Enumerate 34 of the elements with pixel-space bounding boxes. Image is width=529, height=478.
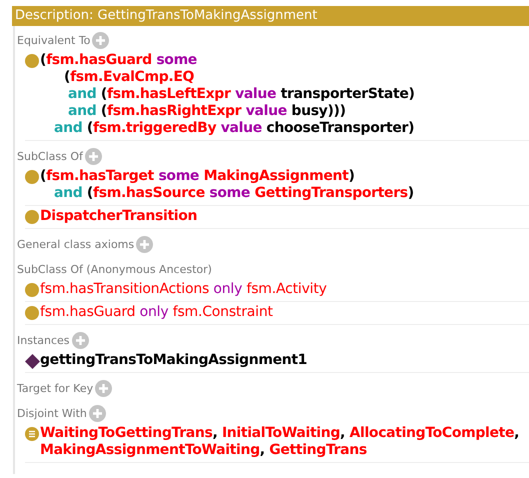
- section-title: Target for Key: [17, 382, 94, 394]
- circle-icon: [25, 54, 39, 68]
- section-title: Disjoint With: [17, 406, 87, 420]
- axiom-line: DispatcherTransition: [40, 208, 198, 225]
- section-title: Instances: [17, 334, 70, 346]
- axiom-line: fsm.hasGuard only fsm.Constraint: [40, 304, 273, 321]
- circle-icon: [25, 210, 39, 224]
- add-icon[interactable]: [72, 332, 89, 348]
- circle-icon: [25, 170, 39, 184]
- add-icon[interactable]: [88, 404, 106, 422]
- axiom-line: fsm.hasTransitionActions only fsm.Activity: [40, 281, 327, 298]
- axiom-line: and (fsm.hasRightExpr value busy))): [67, 103, 347, 120]
- axiom-line: gettingTransToMakingAssignment1: [40, 352, 308, 369]
- axiom-line: and (fsm.triggeredBy value chooseTransporter): [53, 120, 415, 137]
- add-icon[interactable]: [136, 236, 154, 252]
- section-title: General class axioms: [17, 238, 134, 250]
- section-title: Equivalent To: [17, 34, 90, 46]
- axiom-line: (fsm.hasGuard some: [40, 52, 198, 69]
- axiom-line: (fsm.EvalCmp.EQ: [63, 69, 196, 86]
- circle-icon: [25, 306, 39, 320]
- section-title: SubClass Of: [17, 150, 83, 162]
- list-circle-icon: [25, 427, 39, 441]
- circle-icon: [25, 283, 39, 297]
- add-icon[interactable]: [95, 380, 112, 396]
- section-title: SubClass Of (Anonymous Ancestor): [17, 262, 212, 276]
- add-icon[interactable]: [84, 148, 102, 164]
- axiom-line: and (fsm.hasSource some GettingTransporters): [53, 185, 414, 202]
- axiom-line: WaitingToGettingTrans, InitialToWaiting, AllocatingToComplete,: [40, 425, 520, 442]
- axiom-line: (fsm.hasTarget some MakingAssignment): [40, 168, 356, 185]
- diamond-icon: [25, 354, 40, 369]
- axiom-line: and (fsm.hasLeftExpr value transporterState): [67, 86, 415, 103]
- panel-header: Description: GettingTransToMakingAssignment: [12, 6, 529, 26]
- axiom-line: MakingAssignmentToWaiting, GettingTrans: [40, 442, 368, 459]
- add-icon[interactable]: [92, 32, 110, 48]
